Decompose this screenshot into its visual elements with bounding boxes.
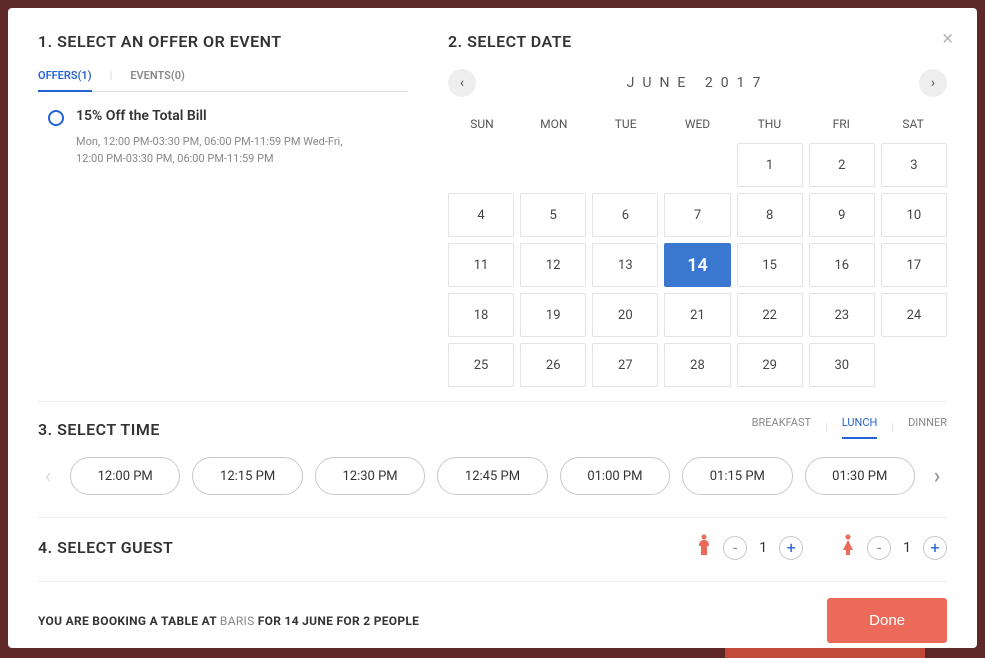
calendar-day[interactable]: 8 [737, 193, 803, 237]
calendar-day[interactable]: 29 [737, 343, 803, 387]
calendar-day[interactable]: 4 [448, 193, 514, 237]
calendar-grid: 1234567891011121314151617181920212223242… [448, 143, 947, 387]
time-slot[interactable]: 12:15 PM [192, 457, 302, 495]
offer-event-tabs: OFFERS(1) | EVENTS(0) [38, 69, 408, 92]
tab-lunch[interactable]: LUNCH [842, 416, 878, 439]
calendar-day[interactable]: 10 [881, 193, 947, 237]
calendar-empty-cell [592, 143, 658, 187]
male-count: 1 [759, 540, 767, 556]
calendar-day[interactable]: 26 [520, 343, 586, 387]
calendar-empty-cell [520, 143, 586, 187]
calendar-day[interactable]: 25 [448, 343, 514, 387]
section-2-title: 2. SELECT DATE [448, 32, 947, 51]
section-1-title: 1. SELECT AN OFFER OR EVENT [38, 32, 408, 51]
offer-subtitle: Mon, 12:00 PM-03:30 PM, 06:00 PM-11:59 P… [76, 134, 346, 167]
dow-label: THU [735, 117, 803, 131]
tab-breakfast[interactable]: BREAKFAST [752, 416, 811, 439]
male-icon [697, 534, 711, 561]
time-slot[interactable]: 12:00 PM [70, 457, 180, 495]
calendar-day[interactable]: 23 [809, 293, 875, 337]
calendar-day[interactable]: 1 [737, 143, 803, 187]
time-slot[interactable]: 01:00 PM [560, 457, 670, 495]
offer-title: 15% Off the Total Bill [76, 108, 346, 124]
calendar-day[interactable]: 18 [448, 293, 514, 337]
calendar-day[interactable]: 27 [592, 343, 658, 387]
calendar-empty-cell [448, 143, 514, 187]
month-prev-button[interactable]: ‹ [448, 69, 476, 97]
calendar-day[interactable]: 16 [809, 243, 875, 287]
dow-label: MON [520, 117, 588, 131]
calendar-day[interactable]: 12 [520, 243, 586, 287]
calendar-day[interactable]: 21 [664, 293, 730, 337]
time-slot[interactable]: 12:45 PM [437, 457, 547, 495]
calendar-day[interactable]: 28 [664, 343, 730, 387]
dow-label: TUE [592, 117, 660, 131]
dow-label: WED [664, 117, 732, 131]
calendar-day[interactable]: 22 [737, 293, 803, 337]
calendar-day[interactable]: 3 [881, 143, 947, 187]
done-button[interactable]: Done [827, 598, 947, 643]
time-prev-button[interactable]: ‹ [38, 464, 58, 489]
guest-controls: - 1 + - 1 + [697, 534, 947, 561]
dow-label: FRI [807, 117, 875, 131]
calendar-day[interactable]: 9 [809, 193, 875, 237]
calendar-day[interactable]: 11 [448, 243, 514, 287]
calendar-day[interactable]: 7 [664, 193, 730, 237]
meal-sep-1: | [825, 421, 828, 434]
calendar-day[interactable]: 24 [881, 293, 947, 337]
calendar-day[interactable]: 6 [592, 193, 658, 237]
calendar-day[interactable]: 17 [881, 243, 947, 287]
calendar-empty-cell [664, 143, 730, 187]
close-icon[interactable]: × [942, 26, 953, 50]
male-minus-button[interactable]: - [723, 536, 747, 560]
tab-dinner[interactable]: DINNER [908, 416, 947, 439]
meal-tabs: BREAKFAST | LUNCH | DINNER [752, 416, 947, 439]
tab-events[interactable]: EVENTS(0) [130, 69, 185, 92]
month-next-button[interactable]: › [919, 69, 947, 97]
male-plus-button[interactable]: + [779, 536, 803, 560]
offer-item[interactable]: 15% Off the Total Bill Mon, 12:00 PM-03:… [38, 92, 408, 183]
tab-offers[interactable]: OFFERS(1) [38, 69, 92, 92]
time-next-button[interactable]: › [927, 464, 947, 489]
section-3-title: 3. SELECT TIME [38, 420, 160, 439]
day-of-week-row: SUN MON TUE WEDTHU FRI SAT [448, 117, 947, 131]
calendar-day[interactable]: 2 [809, 143, 875, 187]
booking-summary: YOU ARE BOOKING A TABLE AT BARIS FOR 14 … [38, 614, 419, 628]
time-slot[interactable]: 01:15 PM [682, 457, 792, 495]
calendar-day[interactable]: 14 [664, 243, 730, 287]
calendar-day[interactable]: 5 [520, 193, 586, 237]
calendar-day[interactable]: 30 [809, 343, 875, 387]
female-icon [841, 534, 855, 561]
meal-sep-2: | [891, 421, 894, 434]
reservation-modal: × 1. SELECT AN OFFER OR EVENT OFFERS(1) … [8, 8, 977, 648]
section-4-title: 4. SELECT GUEST [38, 538, 173, 557]
radio-icon[interactable] [48, 110, 64, 126]
calendar-day[interactable]: 15 [737, 243, 803, 287]
time-slot[interactable]: 01:30 PM [805, 457, 915, 495]
calendar-day[interactable]: 13 [592, 243, 658, 287]
female-plus-button[interactable]: + [923, 536, 947, 560]
dow-label: SAT [879, 117, 947, 131]
female-count: 1 [903, 540, 911, 556]
dow-label: SUN [448, 117, 516, 131]
calendar-day[interactable]: 19 [520, 293, 586, 337]
calendar-day[interactable]: 20 [592, 293, 658, 337]
tab-separator: | [110, 69, 113, 83]
time-slot-row: ‹ 12:00 PM 12:15 PM 12:30 PM 12:45 PM 01:00 … [38, 457, 947, 495]
month-label: JUNE 2017 [476, 75, 919, 91]
time-slot[interactable]: 12:30 PM [315, 457, 425, 495]
female-minus-button[interactable]: - [867, 536, 891, 560]
